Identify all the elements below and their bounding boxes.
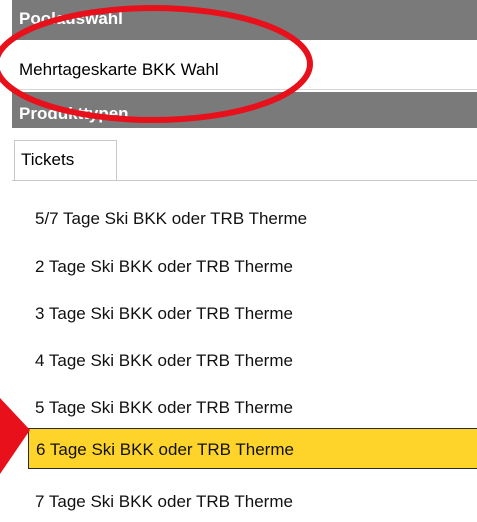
list-item[interactable]: 7 Tage Ski BKK oder TRB Therme [28, 481, 477, 522]
pool-selection-header: Poolauswahl [12, 0, 477, 40]
list-item-selected[interactable]: 6 Tage Ski BKK oder TRB Therme [28, 428, 477, 469]
red-arrow-icon [0, 398, 30, 474]
list-item[interactable]: 5/7 Tage Ski BKK oder TRB Therme [28, 198, 477, 239]
list-item[interactable]: 3 Tage Ski BKK oder TRB Therme [28, 293, 477, 334]
list-item[interactable]: 5 Tage Ski BKK oder TRB Therme [28, 387, 477, 428]
list-item[interactable]: 4 Tage Ski BKK oder TRB Therme [28, 340, 477, 381]
product-types-header: Produkttypen [12, 92, 477, 128]
pool-selected-value[interactable]: Mehrtageskarte BKK Wahl [12, 50, 477, 90]
list-item[interactable]: 2 Tage Ski BKK oder TRB Therme [28, 246, 477, 287]
tab-tickets[interactable]: Tickets [14, 140, 117, 180]
product-type-tab-strip: Tickets [12, 140, 477, 181]
